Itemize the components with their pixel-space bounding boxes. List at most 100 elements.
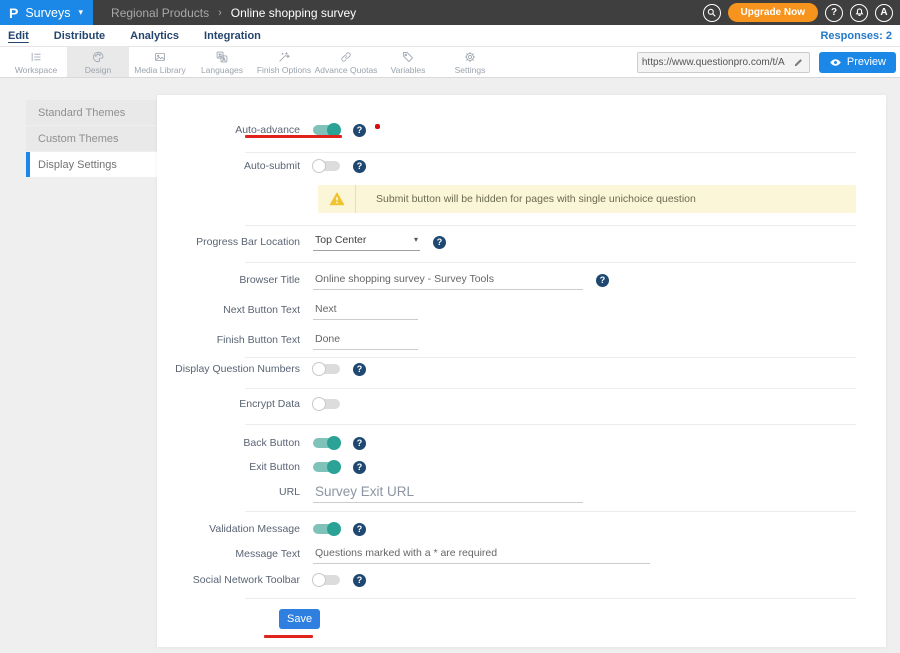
social-network-toolbar-label: Social Network Toolbar (157, 574, 300, 586)
exit-url-label: URL (157, 486, 300, 498)
browser-title-row: Browser Title ? (157, 272, 609, 288)
browser-title-input[interactable] (313, 271, 583, 290)
survey-nav: Edit Distribute Analytics Integration Re… (0, 25, 900, 47)
social-network-toolbar-row: Social Network Toolbar ? (157, 572, 366, 588)
breadcrumb-parent[interactable]: Regional Products (111, 6, 209, 20)
upgrade-now-button[interactable]: Upgrade Now (728, 3, 818, 22)
exit-button-row: Exit Button ? (157, 459, 366, 475)
finish-button-text-row: Finish Button Text (157, 332, 418, 348)
search-button[interactable] (703, 4, 721, 22)
gear-icon (463, 50, 477, 64)
toggle-knob (312, 159, 326, 173)
avatar[interactable]: A (875, 4, 893, 22)
responses-count-link[interactable]: Responses: 2 (820, 30, 892, 42)
preview-button[interactable]: Preview (819, 52, 896, 73)
nav-tab-edit[interactable]: Edit (8, 30, 29, 42)
nav-tab-integration[interactable]: Integration (204, 30, 261, 42)
browser-title-label: Browser Title (157, 274, 300, 286)
message-text-row: Message Text (157, 546, 650, 562)
back-button-label: Back Button (157, 437, 300, 449)
chevron-down-icon: ▾ (79, 7, 84, 18)
sidebar-item-display-settings[interactable]: Display Settings (26, 152, 157, 177)
toggle-knob (312, 397, 326, 411)
annotation-underline (245, 135, 342, 138)
annotation-underline-save (264, 635, 313, 638)
tab-settings[interactable]: Settings (439, 47, 501, 77)
social-network-toolbar-help-icon[interactable]: ? (353, 574, 366, 587)
progress-bar-help-icon[interactable]: ? (433, 236, 446, 249)
toggle-knob (327, 436, 341, 450)
nav-tab-distribute[interactable]: Distribute (54, 30, 105, 42)
toggle-knob (312, 362, 326, 376)
back-button-row: Back Button ? (157, 435, 366, 451)
selected-option: Top Center (315, 234, 366, 246)
tab-design[interactable]: Design (67, 47, 129, 77)
toggle-knob (312, 573, 326, 587)
pencil-icon (793, 57, 804, 68)
auto-advance-help-icon[interactable]: ? (353, 124, 366, 137)
display-question-numbers-help-icon[interactable]: ? (353, 363, 366, 376)
display-question-numbers-row: Display Question Numbers ? (157, 361, 366, 377)
auto-submit-toggle[interactable] (313, 161, 340, 171)
warning-text: Submit button will be hidden for pages w… (356, 193, 696, 205)
workspace-icon (29, 50, 43, 64)
browser-title-help-icon[interactable]: ? (596, 274, 609, 287)
divider (245, 152, 856, 153)
exit-button-label: Exit Button (157, 461, 300, 473)
auto-submit-help-icon[interactable]: ? (353, 160, 366, 173)
product-switcher[interactable]: P Surveys ▾ (0, 0, 93, 25)
themes-sidebar: Standard Themes Custom Themes Display Se… (26, 100, 157, 178)
validation-message-toggle[interactable] (313, 524, 340, 534)
bell-icon (854, 7, 865, 18)
survey-url-input[interactable] (638, 57, 789, 68)
message-text-label: Message Text (157, 548, 300, 560)
next-button-text-label: Next Button Text (157, 304, 300, 316)
top-bar: P Surveys ▾ Regional Products › Online s… (0, 0, 900, 25)
social-network-toolbar-toggle[interactable] (313, 575, 340, 585)
validation-message-help-icon[interactable]: ? (353, 523, 366, 536)
next-button-text-input[interactable] (313, 301, 418, 320)
breadcrumb-current: Online shopping survey (231, 6, 356, 20)
edit-url-button[interactable] (789, 53, 809, 72)
select-caret-icon: ▾ (414, 235, 418, 244)
save-button[interactable]: Save (279, 609, 320, 629)
encrypt-data-toggle[interactable] (313, 399, 340, 409)
validation-message-row: Validation Message ? (157, 521, 366, 537)
tab-variables[interactable]: Variables (377, 47, 439, 77)
tab-finish-options[interactable]: Finish Options (253, 47, 315, 77)
help-button[interactable]: ? (825, 4, 843, 22)
tab-languages[interactable]: Languages (191, 47, 253, 77)
exit-button-toggle[interactable] (313, 462, 340, 472)
tab-advance-quotas[interactable]: Advance Quotas (315, 47, 377, 77)
tab-workspace[interactable]: Workspace (5, 47, 67, 77)
display-question-numbers-label: Display Question Numbers (157, 363, 300, 375)
display-settings-panel: Auto-advance ? Auto-submit ? Submit butt… (157, 95, 886, 647)
back-button-toggle[interactable] (313, 438, 340, 448)
content-area: Standard Themes Custom Themes Display Se… (0, 78, 900, 653)
divider (245, 357, 856, 358)
notifications-button[interactable] (850, 4, 868, 22)
divider (245, 388, 856, 389)
auto-advance-toggle[interactable] (313, 125, 340, 135)
back-button-help-icon[interactable]: ? (353, 437, 366, 450)
exit-url-input[interactable] (313, 482, 583, 503)
validation-message-label: Validation Message (157, 523, 300, 535)
finish-button-text-input[interactable] (313, 331, 418, 350)
warning-triangle-icon (328, 190, 346, 208)
sidebar-item-standard-themes[interactable]: Standard Themes (26, 100, 157, 125)
questionpro-logo: P (9, 6, 18, 20)
exit-button-help-icon[interactable]: ? (353, 461, 366, 474)
progress-bar-location-select[interactable]: Top Center ▾ (313, 234, 420, 251)
message-text-input[interactable] (313, 545, 650, 564)
toggle-knob (327, 522, 341, 536)
annotation-dot (375, 124, 380, 129)
divider (245, 424, 856, 425)
product-name: Surveys (25, 6, 70, 20)
finish-button-text-label: Finish Button Text (157, 334, 300, 346)
sidebar-item-custom-themes[interactable]: Custom Themes (26, 126, 157, 151)
tab-media-library[interactable]: Media Library (129, 47, 191, 77)
breadcrumb-separator-icon: › (218, 7, 222, 19)
nav-tab-analytics[interactable]: Analytics (130, 30, 179, 42)
tag-icon (401, 50, 415, 64)
display-question-numbers-toggle[interactable] (313, 364, 340, 374)
